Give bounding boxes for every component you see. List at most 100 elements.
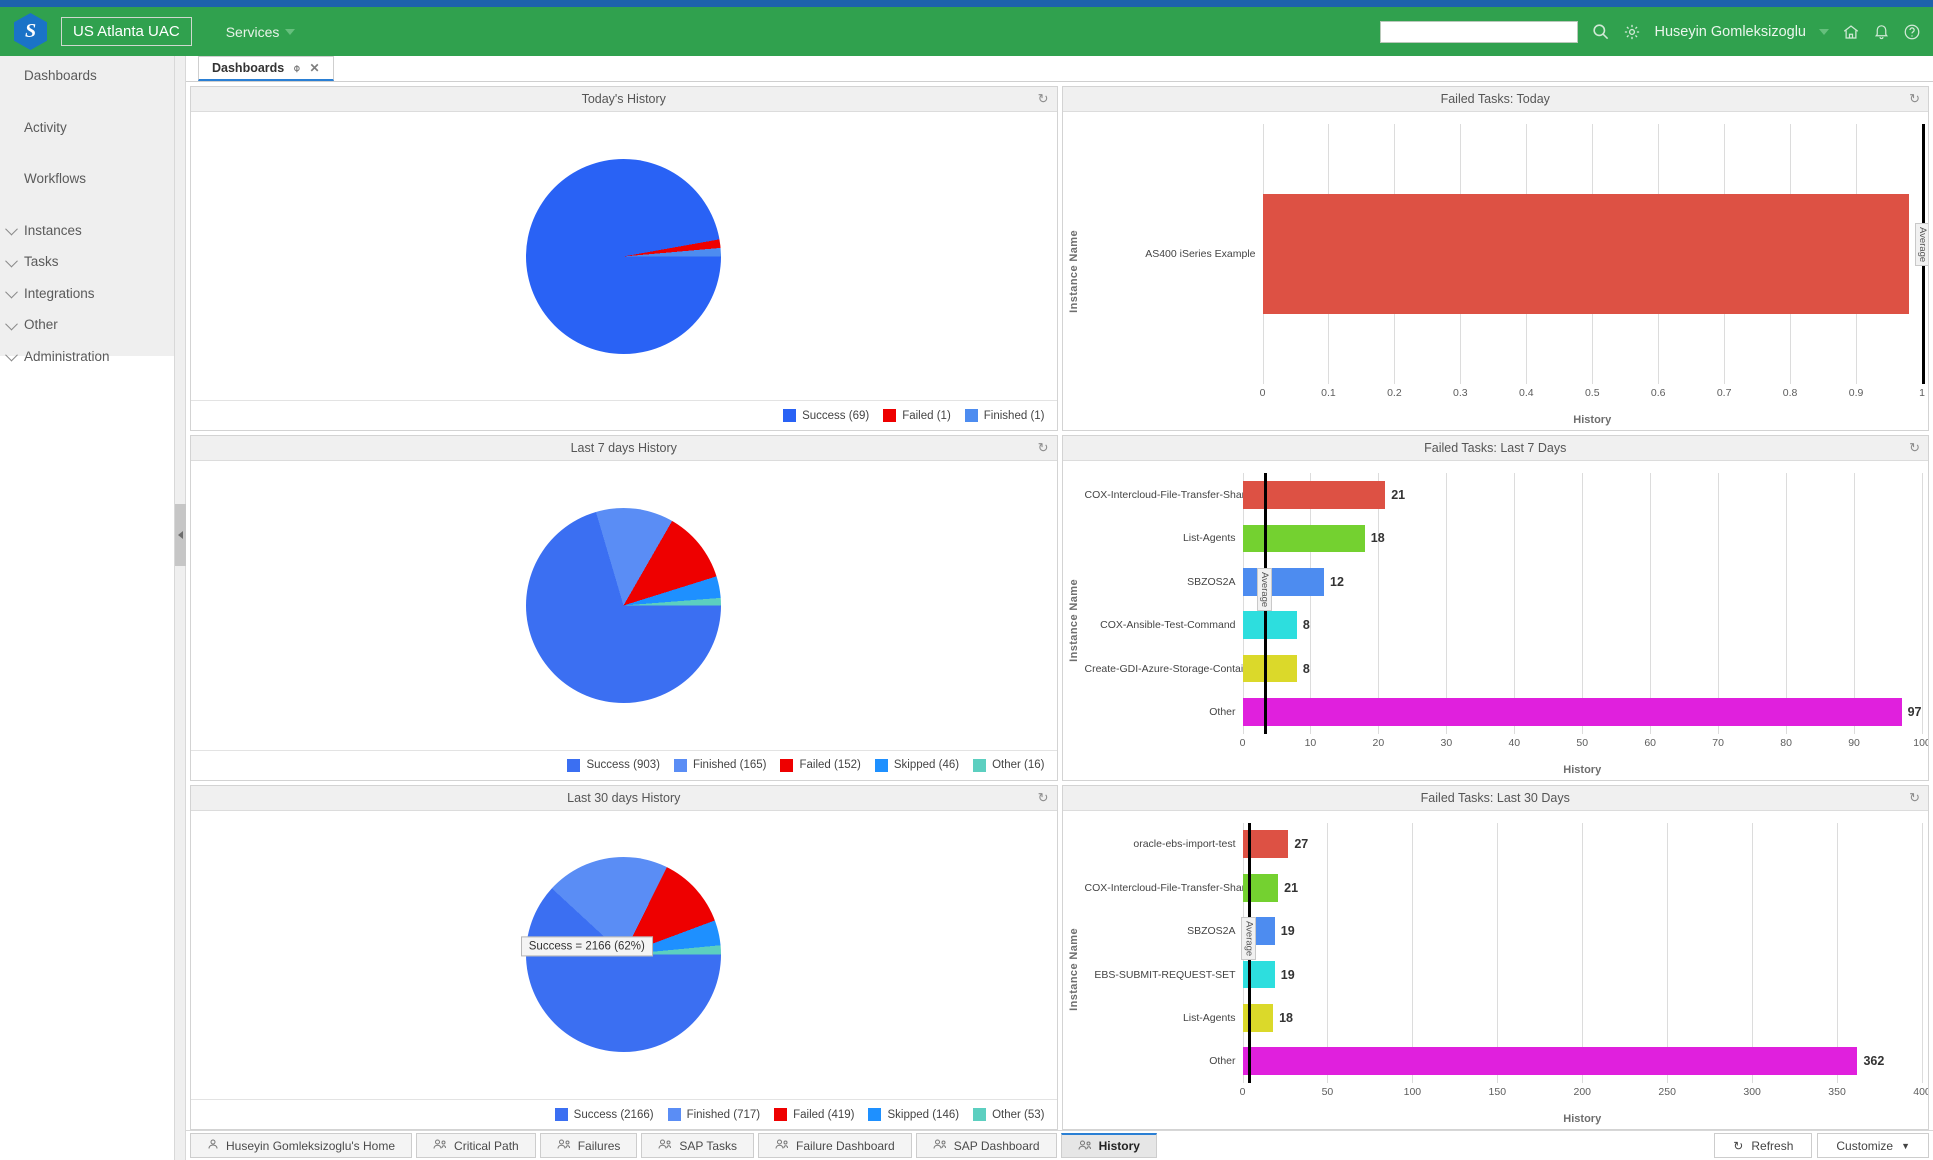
bar[interactable] xyxy=(1242,524,1365,553)
sidebar-item-label: Integrations xyxy=(24,285,95,301)
plot-container: COX-Intercloud-File-Transfer-Sharepoint 2… xyxy=(1085,461,1928,779)
legend-swatch xyxy=(883,409,897,423)
search-icon[interactable] xyxy=(1591,22,1610,41)
sidebar-item-instances[interactable]: Instances xyxy=(0,215,174,247)
help-icon[interactable] xyxy=(1903,23,1921,41)
panel-failed-tasks-today: Failed Tasks: Today ↻ Instance Name AS400… xyxy=(1061,86,1929,432)
sidebar-filler xyxy=(0,356,174,1160)
bar[interactable] xyxy=(1242,698,1902,726)
bar-row: List-Agents 18 xyxy=(1085,516,1923,561)
sidebar-item-dashboards[interactable]: Dashboards xyxy=(0,60,174,92)
gear-icon[interactable] xyxy=(1623,23,1641,41)
bar[interactable] xyxy=(1242,960,1275,989)
legend-item[interactable]: Failed (152) xyxy=(780,758,861,772)
user-menu-label[interactable]: Huseyin Gomleksizoglu xyxy=(1654,24,1806,40)
search-input[interactable] xyxy=(1380,20,1579,43)
legend-item[interactable]: Success (2166) xyxy=(554,1108,654,1121)
refresh-icon[interactable]: ↻ xyxy=(1038,91,1049,107)
average-line xyxy=(1248,822,1251,867)
bar-category-label: AS400 iSeries Example xyxy=(1145,248,1256,261)
sidebar-item-workflows[interactable]: Workflows xyxy=(0,163,174,195)
legend-item[interactable]: Finished (1) xyxy=(964,409,1045,423)
dashboard-tab-failure-dashboard[interactable]: Failure Dashboard xyxy=(758,1133,912,1158)
legend-item[interactable]: Failed (419) xyxy=(774,1108,854,1121)
bar-holder: 1 xyxy=(1262,124,1922,384)
refresh-icon[interactable]: ↻ xyxy=(1909,790,1920,806)
legend-label: Failed (419) xyxy=(793,1108,855,1121)
legend-item[interactable]: Skipped (146) xyxy=(868,1108,959,1121)
sidebar-collapse-handle[interactable] xyxy=(175,504,186,566)
x-axis-tick-label: 70 xyxy=(1712,736,1724,749)
axis-spacer xyxy=(1085,384,1263,414)
bar-row: Create-GDI-Azure-Storage-Container 8 xyxy=(1085,646,1923,691)
sidebar-item-administration[interactable]: Administration xyxy=(0,341,174,373)
legend-item[interactable]: Finished (717) xyxy=(667,1108,760,1121)
home-icon[interactable] xyxy=(1842,23,1860,41)
bar-value-label: 19 xyxy=(1280,924,1295,939)
pie-chart-last-7-days[interactable] xyxy=(526,507,722,703)
user-menu-chevron-down-icon[interactable] xyxy=(1819,28,1829,35)
bar[interactable] xyxy=(1242,1047,1858,1076)
sidebar-item-tasks[interactable]: Tasks xyxy=(0,246,174,278)
bar[interactable] xyxy=(1242,611,1297,640)
pie-chart-last-30-days[interactable]: Success = 2166 (62%) xyxy=(520,857,722,1053)
dashboard-tab-list: Huseyin Gomleksizoglu's Home Critical Pat… xyxy=(190,1133,1161,1158)
dashboard-tab-huseyin-gomleksizoglu-s-home[interactable]: Huseyin Gomleksizoglu's Home xyxy=(190,1133,413,1158)
bar[interactable] xyxy=(1242,567,1325,596)
bar-value-label: 8 xyxy=(1302,618,1310,633)
x-axis-tick-label: 0.4 xyxy=(1518,387,1534,400)
legend-item[interactable]: Success (903) xyxy=(567,758,660,772)
app-logo-icon[interactable]: S xyxy=(14,13,47,50)
pie-chart-todays-history[interactable] xyxy=(526,158,722,354)
sidebar-item-label: Administration xyxy=(24,348,110,364)
refresh-icon[interactable]: ↻ xyxy=(1038,790,1049,806)
refresh-icon[interactable]: ↻ xyxy=(1038,440,1049,456)
panel-title: Today's History xyxy=(581,92,666,106)
dashboard-tab-history[interactable]: History xyxy=(1060,1133,1157,1158)
customize-button[interactable]: Customize ▼ xyxy=(1817,1133,1929,1158)
sidebar-item-label: Instances xyxy=(24,222,82,238)
dashboard-tab-label: Failures xyxy=(577,1138,621,1153)
legend-label: Finished (165) xyxy=(692,759,767,772)
legend-swatch xyxy=(667,1108,681,1121)
dashboard-tab-failures[interactable]: Failures xyxy=(539,1133,638,1158)
pin-icon[interactable]: ⌽ xyxy=(293,61,300,76)
refresh-icon[interactable]: ↻ xyxy=(1909,440,1920,456)
sidebar-item-label: Workflows xyxy=(24,171,87,187)
x-axis-tick-label: 350 xyxy=(1828,1086,1846,1098)
bell-icon[interactable] xyxy=(1873,23,1890,40)
menu-services[interactable]: Services xyxy=(226,24,296,40)
legend-item[interactable]: Failed (1) xyxy=(883,409,951,423)
dashboard-tab-label: Critical Path xyxy=(454,1138,519,1153)
panel-title: Failed Tasks: Today xyxy=(1440,92,1550,106)
legend-item[interactable]: Skipped (46) xyxy=(874,758,959,772)
sidebar-item-label: Dashboards xyxy=(24,68,97,84)
sidebar-nav: Dashboards Activity Workflows Instances Task… xyxy=(0,56,175,1160)
sidebar-item-integrations[interactable]: Integrations xyxy=(0,278,174,310)
bar-category-label: SBZOS2A xyxy=(1187,575,1236,588)
x-axis-tick-label: 0.1 xyxy=(1321,387,1336,400)
sidebar-resize-divider[interactable] xyxy=(175,56,186,1160)
dashboard-tab-sap-dashboard[interactable]: SAP Dashboard xyxy=(915,1133,1057,1158)
close-icon[interactable]: ✕ xyxy=(309,61,319,75)
sidebar-item-activity[interactable]: Activity xyxy=(0,112,174,144)
refresh-icon[interactable]: ↻ xyxy=(1909,91,1920,107)
bar[interactable] xyxy=(1242,1004,1274,1032)
y-axis-title-label: Instance Name xyxy=(1067,928,1080,1012)
sidebar-item-other[interactable]: Other xyxy=(0,309,174,341)
dashboard-tab-sap-tasks[interactable]: SAP Tasks xyxy=(641,1133,754,1158)
x-axis: 0 50 100 150 200 250 300 350 400 xyxy=(1085,1083,1928,1113)
legend-item[interactable]: Success (69) xyxy=(783,409,869,423)
bar[interactable] xyxy=(1262,194,1910,315)
y-axis-title-label: Instance Name xyxy=(1067,579,1080,662)
sidebar-item-label: Tasks xyxy=(24,254,59,270)
dashboard-tab-critical-path[interactable]: Critical Path xyxy=(416,1133,536,1158)
legend-item[interactable]: Finished (165) xyxy=(673,758,767,772)
environment-badge[interactable]: US Atlanta UAC xyxy=(61,17,192,46)
legend-item[interactable]: Other (53) xyxy=(973,1108,1045,1121)
legend-item[interactable]: Other (16) xyxy=(973,758,1045,772)
refresh-button[interactable]: ↻ Refresh xyxy=(1714,1133,1813,1158)
bar[interactable] xyxy=(1242,654,1297,683)
x-axis-tick-label: 0.8 xyxy=(1782,387,1798,400)
tab-dashboards[interactable]: Dashboards ⌽ ✕ xyxy=(198,56,334,81)
